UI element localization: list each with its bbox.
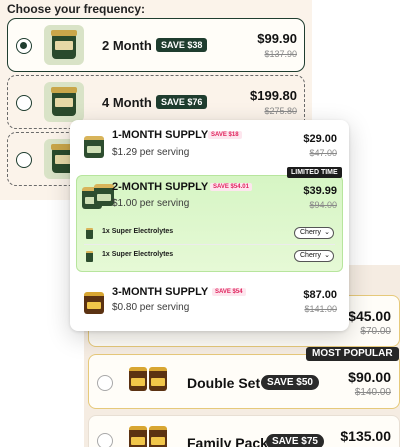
supply-option-2-month-content: 2-MONTH SUPPLY SAVE $54.01 $1.00 per ser… bbox=[70, 175, 349, 215]
supply-name: 2-MONTH SUPPLY bbox=[112, 181, 209, 193]
product-thumbnail bbox=[84, 136, 104, 158]
frequency-option-2-month[interactable]: 2 Month SAVE $38 $99.90 $137.90 bbox=[7, 18, 305, 72]
addon-label: 1x Super Electrolytes bbox=[102, 251, 174, 258]
supply-was-price: $141.00 bbox=[304, 304, 337, 314]
offer-price: $90.00 bbox=[348, 369, 391, 385]
frequency-was-price: $275.80 bbox=[264, 106, 297, 116]
product-thumbnail bbox=[44, 82, 84, 122]
save-badge: SAVE $75 bbox=[266, 434, 324, 447]
save-badge: SAVE $50 bbox=[261, 375, 319, 390]
offer-family-pack[interactable]: Family Pack SAVE $75 $135.00 bbox=[88, 415, 400, 447]
flavor-value: Cherry bbox=[300, 252, 322, 259]
flavor-value: Cherry bbox=[300, 229, 322, 236]
addon-icon bbox=[86, 251, 93, 262]
addon-divider bbox=[84, 244, 335, 245]
supply-save-badge: SAVE $54.01 bbox=[210, 183, 252, 191]
offer-name: Double Set bbox=[187, 375, 261, 391]
supply-was-price: $47.00 bbox=[309, 148, 337, 158]
chevron-down-icon: ⌄ bbox=[324, 252, 330, 259]
frequency-price: $99.90 bbox=[257, 31, 297, 46]
supply-price: $87.00 bbox=[303, 289, 337, 301]
offer-double-set[interactable]: Double Set SAVE $50 $90.00 $140.00 bbox=[88, 354, 400, 409]
radio-empty-icon[interactable] bbox=[97, 433, 113, 447]
radio-empty-icon[interactable] bbox=[16, 95, 32, 111]
frequency-was-price: $137.90 bbox=[264, 49, 297, 59]
supply-save-badge: SAVE $54 bbox=[212, 288, 246, 296]
save-badge: SAVE $76 bbox=[156, 95, 208, 109]
flavor-select[interactable]: Cherry ⌄ bbox=[294, 250, 334, 262]
addon-label: 1x Super Electrolytes bbox=[102, 228, 174, 235]
flavor-select[interactable]: Cherry ⌄ bbox=[294, 227, 334, 239]
supply-price: $29.00 bbox=[303, 133, 337, 145]
offer-name: Family Pack bbox=[187, 435, 268, 447]
radio-selected-icon[interactable] bbox=[16, 38, 32, 54]
chevron-down-icon: ⌄ bbox=[324, 229, 330, 236]
frequency-title: Choose your frequency: bbox=[7, 2, 146, 16]
supply-save-badge: SAVE $18 bbox=[208, 131, 242, 139]
most-popular-badge: MOST POPULAR bbox=[306, 347, 399, 361]
supply-serving-price: $1.29 per serving bbox=[112, 147, 190, 158]
product-thumbnail bbox=[127, 365, 169, 399]
product-thumbnail bbox=[94, 184, 114, 206]
offer-was-price: $140.00 bbox=[354, 387, 391, 398]
product-thumbnail bbox=[84, 292, 104, 314]
supply-price: $39.99 bbox=[303, 185, 337, 197]
offer-price: $45.00 bbox=[348, 308, 391, 324]
radio-empty-icon[interactable] bbox=[97, 375, 113, 391]
radio-empty-icon[interactable] bbox=[16, 152, 32, 168]
frequency-price: $199.80 bbox=[250, 88, 297, 103]
supply-serving-price: $0.80 per serving bbox=[112, 302, 190, 313]
addon-row: 1x Super Electrolytes Cherry ⌄ bbox=[86, 226, 336, 242]
offer-was-price: $70.00 bbox=[360, 326, 391, 337]
frequency-name: 2 Month bbox=[102, 38, 152, 53]
product-thumbnail bbox=[44, 25, 84, 65]
addon-row: 1x Super Electrolytes Cherry ⌄ bbox=[86, 249, 336, 265]
offer-price: $135.00 bbox=[340, 428, 391, 444]
supply-option-3-month[interactable]: 3-MONTH SUPPLY SAVE $54 $0.80 per servin… bbox=[70, 278, 349, 328]
supply-name: 1-MONTH SUPPLY bbox=[112, 129, 209, 141]
save-badge: SAVE $38 bbox=[156, 38, 208, 52]
supply-dropdown: 1-MONTH SUPPLY SAVE $18 $1.29 per servin… bbox=[70, 120, 349, 331]
addon-icon bbox=[86, 228, 93, 239]
supply-was-price: $94.00 bbox=[309, 200, 337, 210]
supply-name: 3-MONTH SUPPLY bbox=[112, 286, 209, 298]
supply-option-1-month[interactable]: 1-MONTH SUPPLY SAVE $18 $1.29 per servin… bbox=[70, 120, 349, 172]
frequency-name: 4 Month bbox=[102, 95, 152, 110]
supply-serving-price: $1.00 per serving bbox=[112, 198, 190, 209]
product-thumbnail bbox=[127, 424, 169, 447]
